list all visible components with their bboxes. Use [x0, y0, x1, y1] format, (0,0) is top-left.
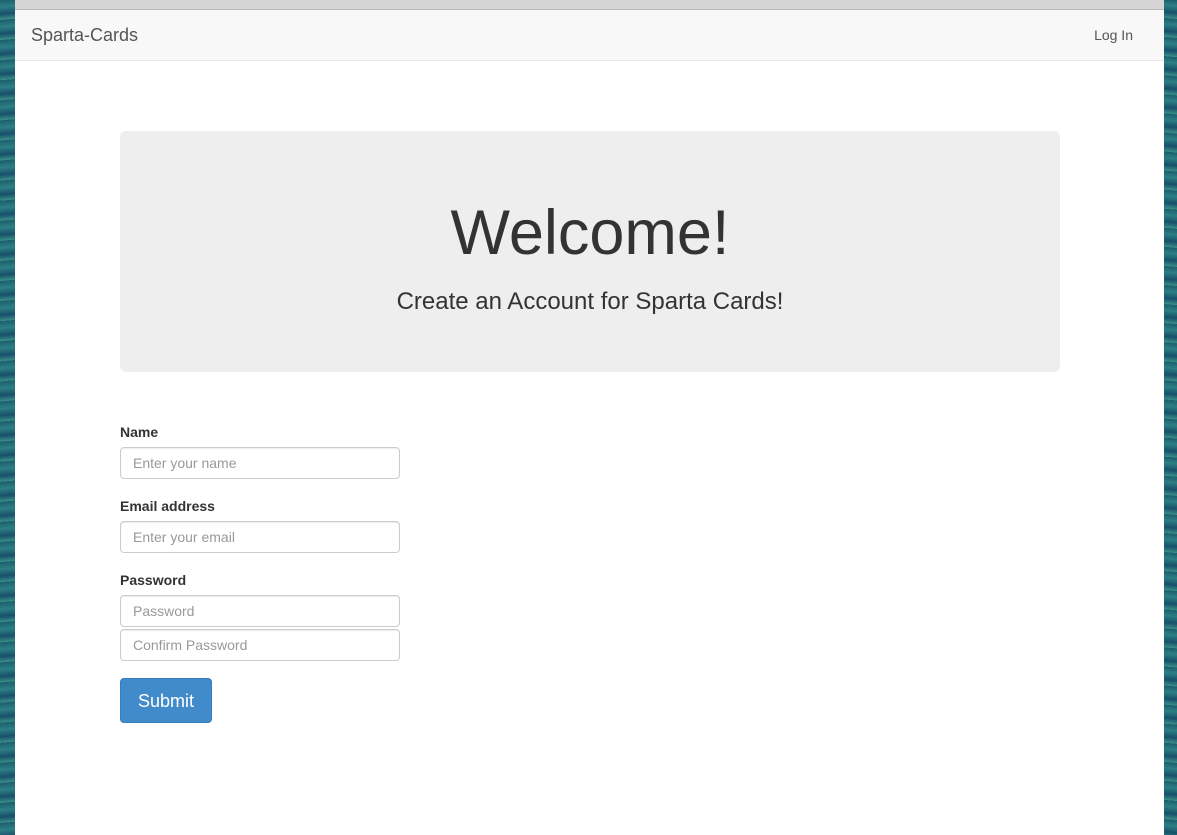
email-label: Email address	[120, 498, 215, 514]
name-label: Name	[120, 424, 159, 440]
login-link[interactable]: Log In	[1094, 26, 1133, 44]
browser-window: Sparta-Cards Log In Welcome! Create an A…	[15, 0, 1164, 835]
confirm-password-input[interactable]	[120, 629, 400, 661]
welcome-heading: Welcome!	[450, 198, 730, 268]
jumbotron: Welcome! Create an Account for Sparta Ca…	[120, 131, 1060, 372]
desktop-background-left	[0, 0, 15, 835]
browser-chrome	[15, 0, 1164, 10]
welcome-subheading: Create an Account for Sparta Cards!	[396, 288, 784, 315]
name-input[interactable]	[120, 447, 400, 479]
navbar: Sparta-Cards Log In	[15, 10, 1164, 61]
password-input[interactable]	[120, 595, 400, 627]
submit-button[interactable]: Submit	[120, 678, 212, 723]
password-label: Password	[120, 572, 187, 588]
brand-link[interactable]: Sparta-Cards	[31, 24, 138, 46]
desktop-background-right	[1164, 0, 1177, 835]
email-input[interactable]	[120, 521, 400, 553]
